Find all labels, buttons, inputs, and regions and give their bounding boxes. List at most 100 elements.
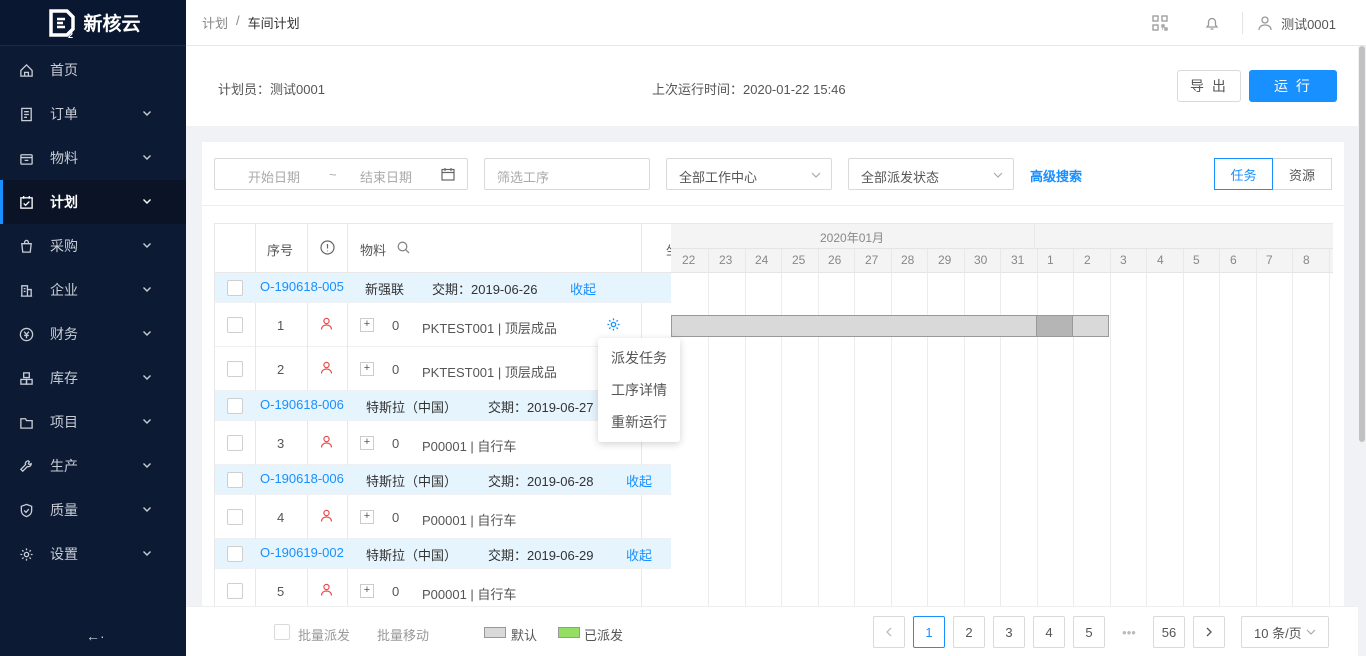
order-group-row[interactable]: O-190618-006 特斯拉（中国） 交期：2019-06-28 收起 (215, 465, 671, 495)
page-button[interactable]: 2 (953, 616, 985, 648)
brand-logo[interactable]: 2 新核云 (0, 0, 186, 46)
row-checkbox[interactable] (227, 546, 243, 562)
page-scrollbar[interactable] (1358, 46, 1366, 656)
person-icon[interactable] (320, 583, 333, 596)
sidebar-item-finance[interactable]: 财务 (0, 312, 186, 356)
sidebar-item-home[interactable]: 首页 (0, 48, 186, 92)
row-checkbox[interactable] (227, 361, 243, 377)
person-icon[interactable] (320, 435, 333, 448)
sidebar-item-material[interactable]: 物料 (0, 136, 186, 180)
row-checkbox[interactable] (227, 435, 243, 451)
search-icon[interactable] (397, 241, 410, 254)
start-date-placeholder[interactable]: 开始日期 (248, 167, 300, 186)
batch-dispatch-button[interactable]: 批量派发 (298, 625, 350, 644)
calendar-icon[interactable] (441, 167, 455, 181)
batch-move-button[interactable]: 批量移动 (377, 625, 429, 644)
menu-rerun[interactable]: 重新运行 (598, 406, 680, 438)
order-group-row[interactable]: O-190619-002 特斯拉（中国） 交期：2019-06-29 收起 (215, 539, 671, 569)
collapse-link[interactable]: 收起 (626, 545, 652, 564)
page-ellipsis[interactable]: ••• (1113, 616, 1145, 648)
view-resource-button[interactable]: 资源 (1273, 158, 1332, 190)
run-button[interactable]: 运 行 (1249, 70, 1337, 102)
date-range-tilde: ~ (329, 167, 337, 182)
order-group-row[interactable]: O-190618-005 新强联 交期：2019-06-26 收起 (215, 273, 671, 303)
qrcode-icon[interactable] (1150, 13, 1170, 33)
row-material: PKTEST001 | 顶层成品 (422, 365, 557, 380)
header-material: 物料 (360, 243, 387, 258)
sidebar-item-order[interactable]: 订单 (0, 92, 186, 136)
batch-select-checkbox[interactable] (274, 624, 290, 640)
order-number-link[interactable]: O-190618-006 (260, 397, 344, 412)
person-icon[interactable] (320, 509, 333, 522)
sidebar-item-purchase[interactable]: 采购 (0, 224, 186, 268)
page-button[interactable]: 5 (1073, 616, 1105, 648)
date-range-picker[interactable]: 开始日期 ~ 结束日期 (214, 158, 468, 190)
order-number-link[interactable]: O-190618-005 (260, 279, 344, 294)
page-button[interactable]: 1 (913, 616, 945, 648)
row-checkbox[interactable] (227, 509, 243, 525)
collapse-link[interactable]: 收起 (626, 471, 652, 490)
end-date-placeholder[interactable]: 结束日期 (360, 167, 412, 186)
next-page-button[interactable] (1193, 616, 1225, 648)
export-button[interactable]: 导 出 (1177, 70, 1241, 102)
gear-icon[interactable] (606, 317, 621, 332)
person-icon[interactable] (320, 317, 333, 330)
menu-process-detail[interactable]: 工序详情 (598, 374, 680, 406)
expand-row-button[interactable]: + (360, 510, 374, 524)
person-icon[interactable] (320, 361, 333, 374)
expand-row-button[interactable]: + (360, 584, 374, 598)
expand-row-button[interactable]: + (360, 318, 374, 332)
gantt-day-label: 25 (792, 253, 806, 267)
sidebar-item-production[interactable]: 生产 (0, 444, 186, 488)
dispatch-status-value: 全部派发状态 (861, 170, 940, 185)
order-number-link[interactable]: O-190619-002 (260, 545, 344, 560)
page-last[interactable]: 56 (1153, 616, 1185, 648)
row-seq: 5 (277, 584, 285, 599)
row-seq: 2 (277, 362, 285, 377)
collapse-link[interactable]: 收起 (570, 279, 596, 298)
user-menu[interactable]: 测试0001 (1257, 14, 1336, 33)
sidebar-item-enterprise[interactable]: 企业 (0, 268, 186, 312)
row-checkbox[interactable] (227, 280, 243, 296)
order-number-link[interactable]: O-190618-006 (260, 471, 344, 486)
page-size-select[interactable]: 10 条/页 (1241, 616, 1329, 648)
plan-icon (18, 194, 34, 210)
sidebar-item-project[interactable]: 项目 (0, 400, 186, 444)
gantt-day-label: 3 (1120, 253, 1127, 267)
page-size-value: 10 条/页 (1254, 625, 1302, 641)
header-seq: 序号 (267, 243, 294, 258)
view-task-button[interactable]: 任务 (1214, 158, 1273, 190)
row-checkbox[interactable] (227, 472, 243, 488)
advanced-search-link[interactable]: 高级搜索 (1030, 166, 1082, 185)
work-center-select[interactable]: 全部工作中心 (666, 158, 832, 190)
scrollbar-thumb[interactable] (1359, 46, 1365, 442)
prev-page-button[interactable] (873, 616, 905, 648)
dispatch-status-select[interactable]: 全部派发状态 (848, 158, 1014, 190)
quality-icon (18, 502, 34, 518)
row-checkbox[interactable] (227, 398, 243, 414)
expand-row-button[interactable]: + (360, 436, 374, 450)
table-row[interactable]: 4 +0 P00001 | 自行车 (215, 495, 671, 539)
gantt-task-bar-segment[interactable] (1036, 315, 1073, 337)
breadcrumb-plan[interactable]: 计划 (202, 13, 228, 32)
sidebar-item-label: 项目 (50, 414, 78, 430)
sidebar-item-settings[interactable]: 设置 (0, 532, 186, 576)
sidebar-item-quality[interactable]: 质量 (0, 488, 186, 532)
gantt-day-label: 28 (901, 253, 915, 267)
chevron-left-icon (886, 627, 892, 637)
row-checkbox[interactable] (227, 583, 243, 599)
sidebar-item-plan[interactable]: 计划 (0, 180, 186, 224)
page-button[interactable]: 4 (1033, 616, 1065, 648)
logo-mark-icon: 2 (45, 7, 77, 39)
filter-bar: 开始日期 ~ 结束日期 筛选工序 全部工作中心 全部派发状态 高级搜索 任务 资… (202, 142, 1344, 206)
collapse-sidebar-button[interactable]: ←· (86, 628, 105, 644)
page-button[interactable]: 3 (993, 616, 1025, 648)
menu-dispatch-task[interactable]: 派发任务 (598, 342, 680, 374)
chevron-down-icon (993, 170, 1003, 180)
row-checkbox[interactable] (227, 317, 243, 333)
expand-row-button[interactable]: + (360, 362, 374, 376)
sidebar-item-inventory[interactable]: 库存 (0, 356, 186, 400)
process-filter-input[interactable]: 筛选工序 (484, 158, 650, 190)
bell-icon[interactable] (1202, 13, 1222, 33)
gantt-day-label: 5 (1193, 253, 1200, 267)
